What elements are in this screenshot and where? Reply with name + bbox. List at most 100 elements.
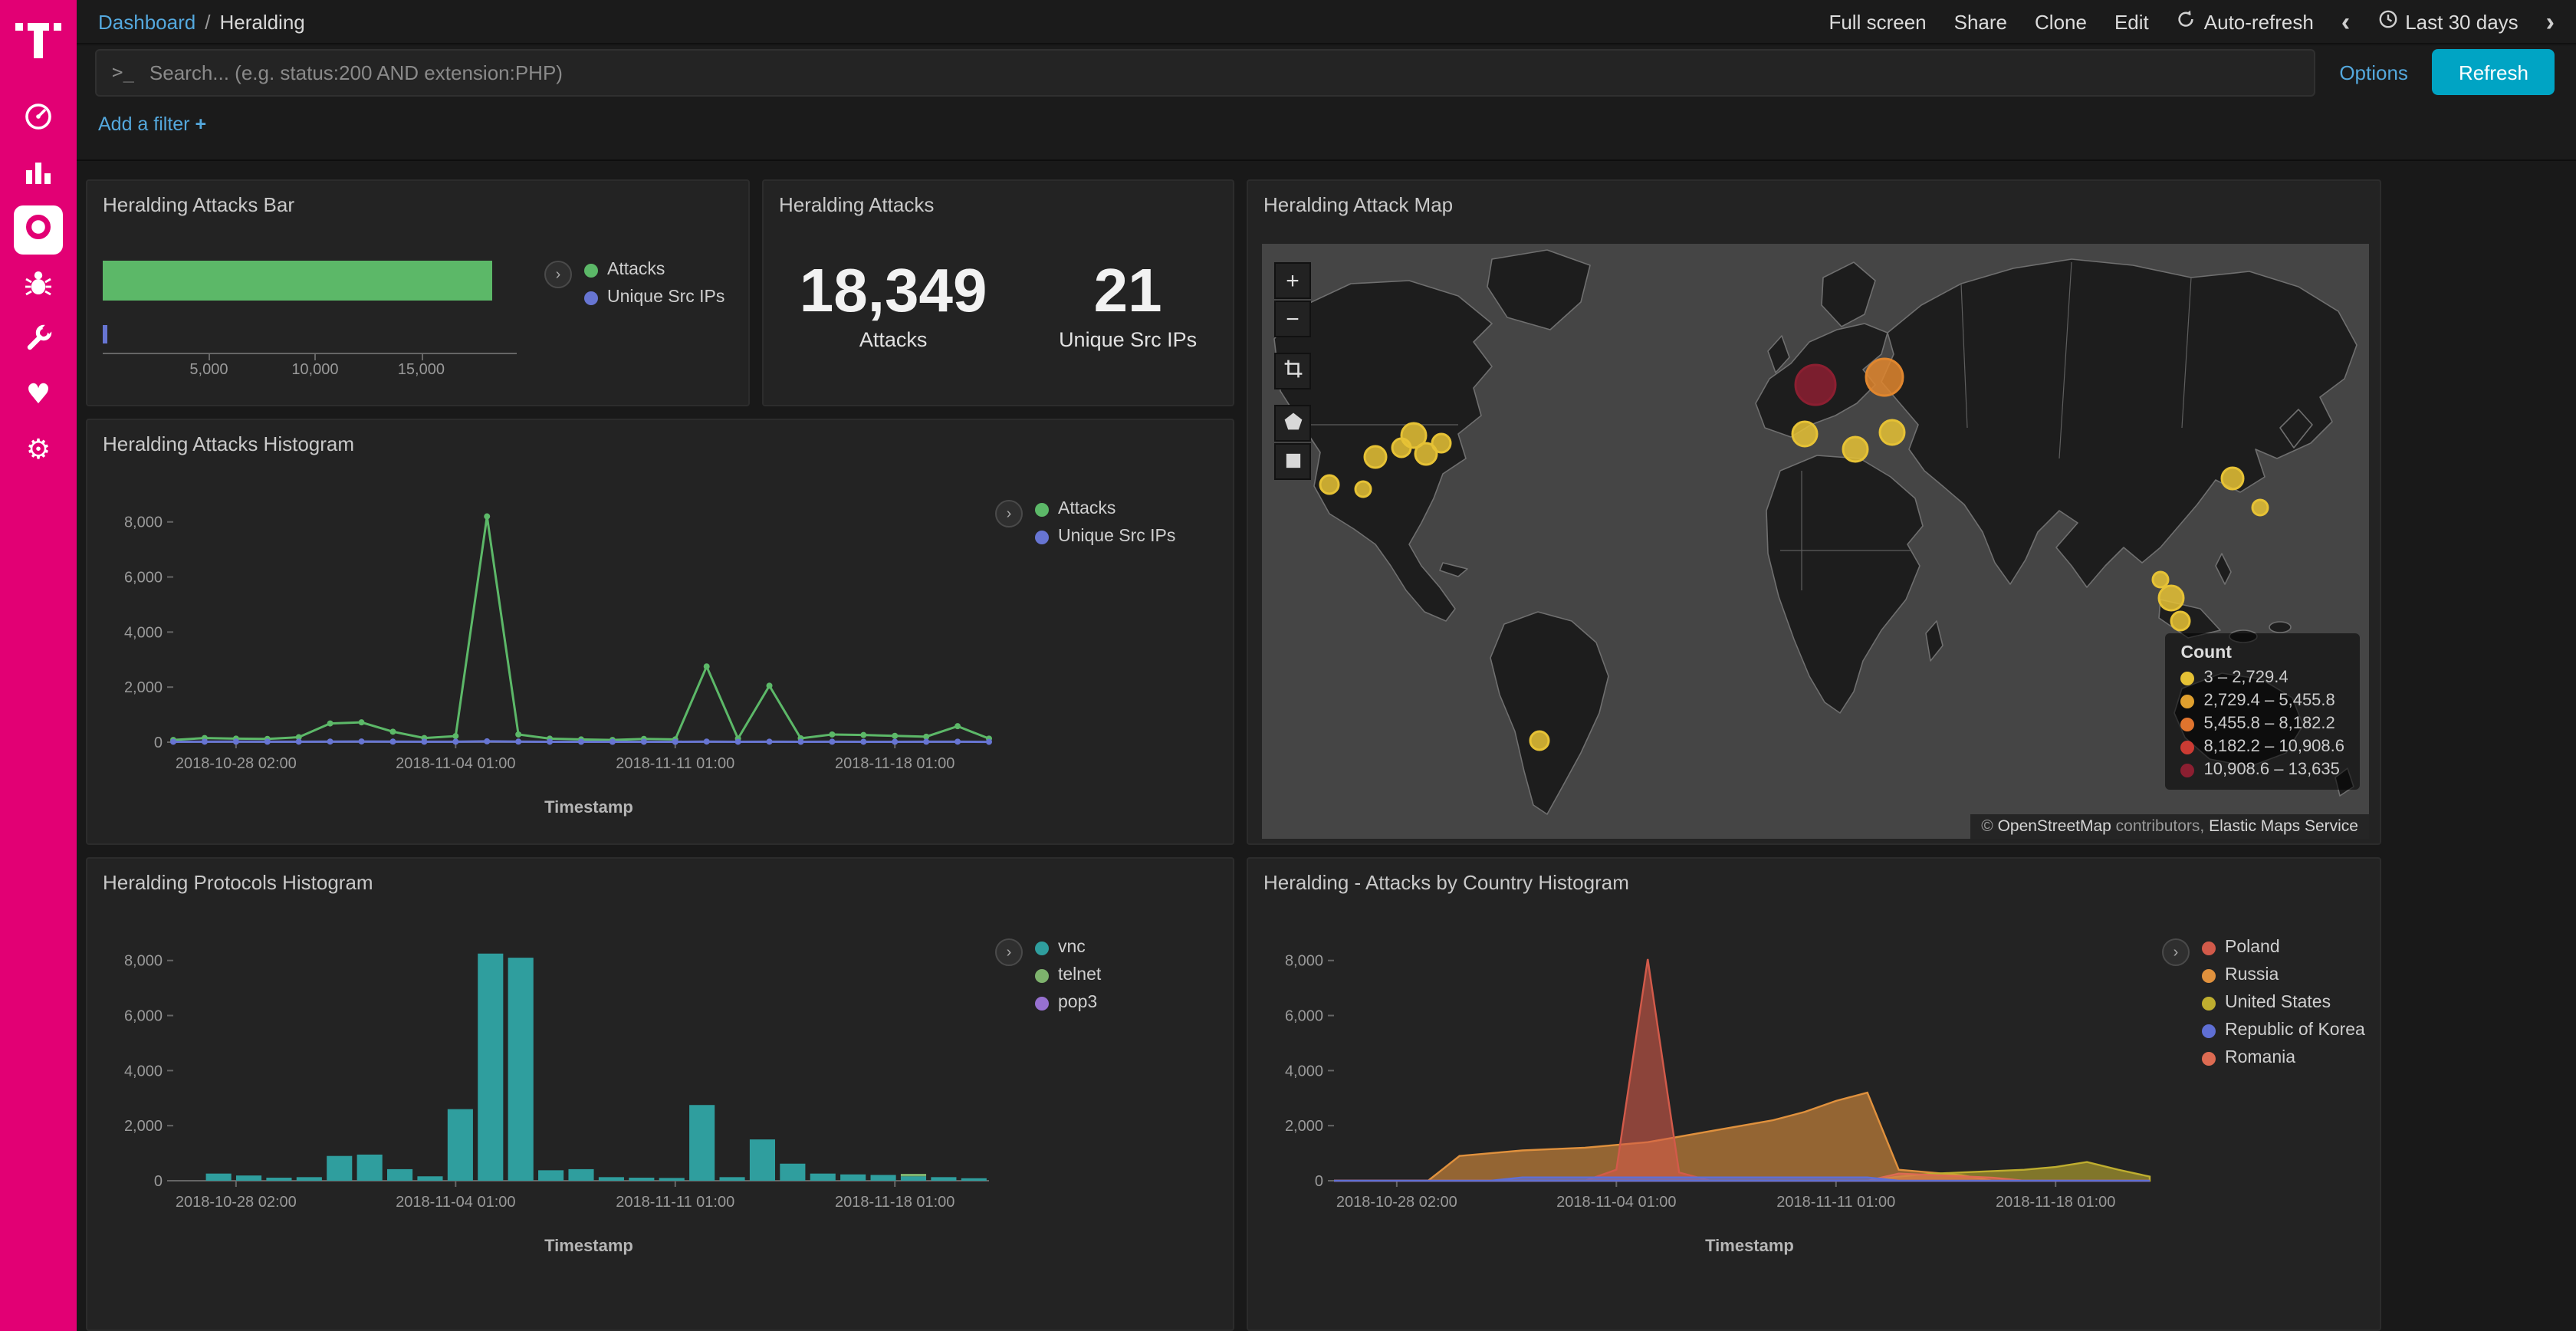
metric-attacks: 18,349 Attacks [800,259,987,351]
share-button[interactable]: Share [1954,10,2007,33]
map-legend-row: 5,455.8 – 8,182.2 [2181,715,2345,733]
map-legend-row: 3 – 2,729.4 [2181,669,2345,687]
fit-data-button[interactable] [1274,353,1311,389]
selected-item-background [14,205,63,255]
attacks-bar[interactable] [103,261,492,301]
svg-text:2018-11-18 01:00: 2018-11-18 01:00 [835,755,955,772]
map-legend-row: 8,182.2 – 10,908.6 [2181,738,2345,756]
add-filter-link[interactable]: Add a filter + [98,113,206,135]
osm-link[interactable]: OpenStreetMap [1998,817,2111,836]
square-icon [1284,450,1301,473]
legend-toggle-icon[interactable]: › [995,938,1023,966]
legend-dot [1035,941,1049,955]
legend: › Attacks Unique Src IPs [995,500,1175,546]
svg-text:2018-10-28 02:00: 2018-10-28 02:00 [176,755,297,772]
svg-text:6,000: 6,000 [1285,1008,1323,1025]
legend-toggle-icon[interactable]: › [2162,938,2190,966]
hbar-chart[interactable]: 5,00010,00015,000 [103,251,547,385]
legend-dot [2202,941,2216,955]
refresh-button[interactable]: Refresh [2433,49,2555,95]
legend-item[interactable]: Republic of Korea [2202,1021,2365,1040]
attacks-line-chart[interactable]: 02,0004,0006,0008,0002018-10-28 02:00201… [100,481,1004,788]
search-input[interactable] [146,59,2298,85]
legend-item[interactable]: Unique Src IPs [584,288,724,307]
legend-dot [584,291,598,304]
breadcrumb-separator: / [205,10,210,33]
crop-icon [1283,359,1303,383]
legend-item[interactable]: United States [2202,994,2365,1012]
sidebar-item-health[interactable]: ♥ [0,368,77,423]
draw-rectangle-button[interactable] [1274,443,1311,480]
legend-toggle-icon[interactable]: › [995,500,1023,527]
svg-text:2018-11-04 01:00: 2018-11-04 01:00 [396,755,515,772]
svg-text:2,000: 2,000 [124,679,163,696]
sidebar-item-visualize[interactable] [0,147,77,202]
filter-bar: Add a filter + [77,98,2576,161]
panel-attacks-bar: Heralding Attacks Bar 5,00010,00015,000 … [86,179,750,406]
metric-unique-ips: 21 Unique Src IPs [1059,259,1197,351]
legend-dot [1035,996,1049,1010]
legend-item[interactable]: Attacks [1035,500,1175,518]
svg-text:2018-11-04 01:00: 2018-11-04 01:00 [396,1194,515,1211]
hbar-x-axis: 5,00010,00015,000 [103,354,517,385]
metric-label: Unique Src IPs [1059,328,1197,351]
zoom-out-button[interactable]: − [1274,301,1311,337]
panel-title: Heralding Attacks Bar [87,181,748,222]
bar-chart-icon [23,157,54,192]
clone-button[interactable]: Clone [2035,10,2087,33]
unique-ips-bar[interactable] [103,325,107,343]
panel-title: Heralding Attack Map [1248,181,2380,222]
country-area-chart[interactable]: 02,0004,0006,0008,0002018-10-28 02:00201… [1260,920,2165,1227]
draw-polygon-button[interactable] [1274,405,1311,442]
options-link[interactable]: Options [2339,61,2408,84]
map-attribution: © OpenStreetMap contributors, Elastic Ma… [1970,814,2369,839]
auto-refresh-button[interactable]: Auto-refresh [2177,9,2314,34]
protocols-bar-chart[interactable]: 02,0004,0006,0008,0002018-10-28 02:00201… [100,920,1004,1227]
legend-dot [2181,694,2195,708]
svg-text:0: 0 [154,1173,163,1190]
sidebar-item-gauge[interactable] [0,92,77,147]
svg-text:2018-10-28 02:00: 2018-10-28 02:00 [1336,1194,1457,1211]
world-map-canvas[interactable]: + − Count [1262,244,2369,839]
sidebar-item-settings[interactable]: ⚙ [0,423,77,478]
legend-item[interactable]: pop3 [1035,994,1101,1012]
search-box: >_ [95,48,2315,96]
time-prev-chevron-icon[interactable]: ‹ [2341,8,2350,35]
x-axis-title: Timestamp [100,799,1004,817]
svg-text:4,000: 4,000 [1285,1063,1323,1080]
map-controls: + − [1274,262,1311,480]
legend-toggle-icon[interactable]: › [544,261,572,288]
sidebar-item-dashboards-selected[interactable] [0,202,77,258]
legend-item[interactable]: vnc [1035,938,1101,957]
legend-dot [2202,968,2216,982]
panel-protocols-histogram: Heralding Protocols Histogram 02,0004,00… [86,857,1234,1331]
time-range-picker[interactable]: Last 30 days [2377,9,2518,34]
legend: › vnc telnet pop3 [995,938,1101,1012]
legend-dot [584,263,598,277]
metric-label: Attacks [800,328,987,351]
edit-button[interactable]: Edit [2114,10,2149,33]
time-next-chevron-icon[interactable]: › [2546,8,2555,35]
panel-title: Heralding - Attacks by Country Histogram [1248,859,2380,900]
svg-text:2018-11-11 01:00: 2018-11-11 01:00 [616,755,734,772]
sidebar-item-tools[interactable] [0,313,77,368]
sidebar-item-honeypot[interactable] [0,258,77,313]
map-legend-row: 2,729.4 – 5,455.8 [2181,692,2345,710]
full-screen-button[interactable]: Full screen [1829,10,1926,33]
legend-dot [2202,1024,2216,1037]
t-mobile-logo [15,18,61,61]
legend-item[interactable]: Attacks [584,261,724,279]
legend-item[interactable]: telnet [1035,966,1101,984]
legend-item[interactable]: Unique Src IPs [1035,527,1175,546]
clock-icon [2377,9,2397,34]
legend-item[interactable]: Poland [2202,938,2365,957]
x-axis-title: Timestamp [100,1237,1004,1256]
legend-item[interactable]: Russia [2202,966,2365,984]
bug-icon [23,266,54,304]
ems-link[interactable]: Elastic Maps Service [2209,817,2358,836]
legend-item[interactable]: Romania [2202,1049,2365,1067]
svg-text:4,000: 4,000 [124,624,163,641]
zoom-in-button[interactable]: + [1274,262,1311,299]
x-axis-title: Timestamp [1260,1237,2165,1256]
breadcrumb-dashboard-link[interactable]: Dashboard [98,10,196,33]
